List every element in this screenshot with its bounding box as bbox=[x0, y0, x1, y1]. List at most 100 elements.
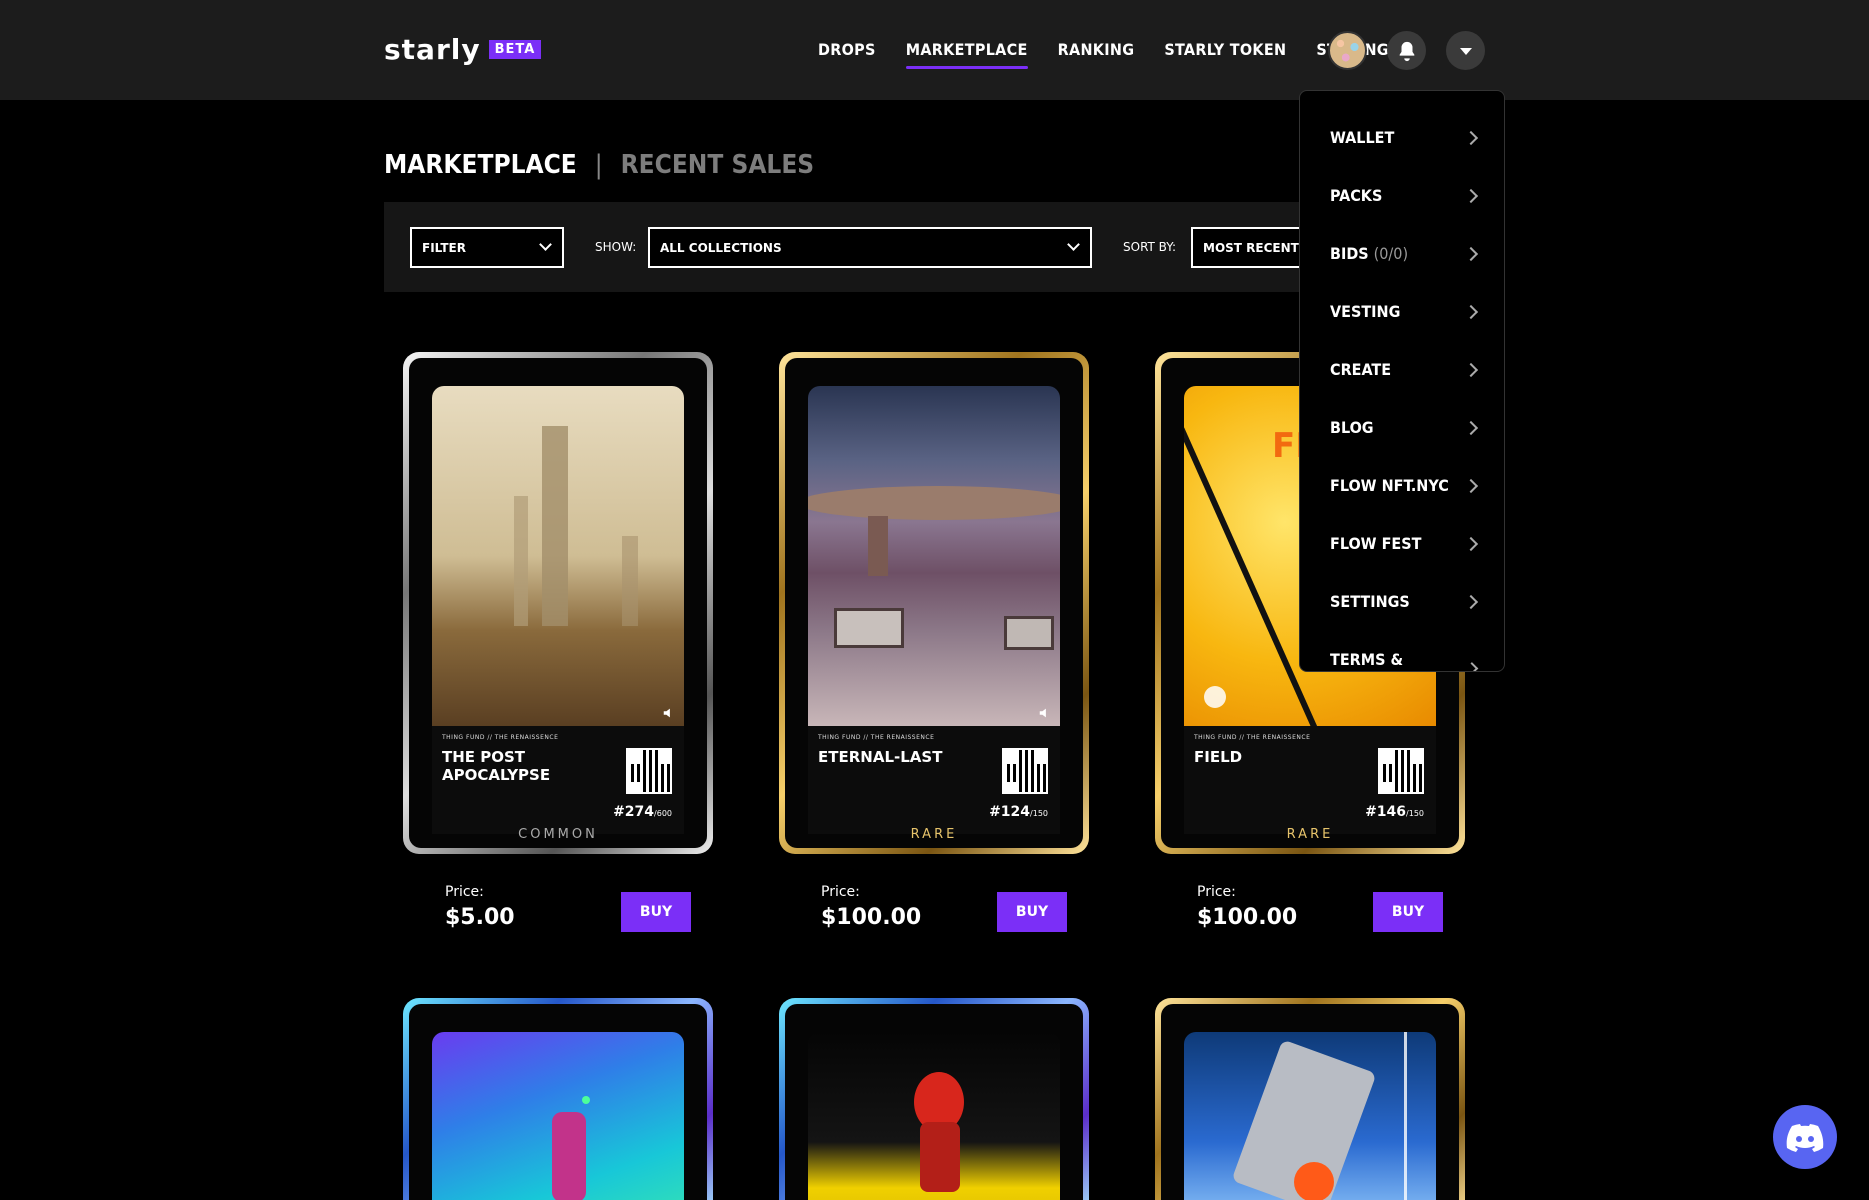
sort-label: SORT BY: bbox=[1123, 240, 1177, 254]
price-label: Price: bbox=[445, 884, 484, 900]
starly-logo[interactable]: starly BETA bbox=[384, 33, 542, 66]
price-label: Price: bbox=[1197, 884, 1236, 900]
sort-select-value: MOST RECENT bbox=[1203, 240, 1299, 255]
menu-item-label: CREATE bbox=[1330, 360, 1392, 379]
card-info: THING FUND // THE RENAISSENCE FIELD #146… bbox=[1184, 726, 1436, 834]
collection-name: THING FUND // THE RENAISSENCE bbox=[1194, 734, 1311, 741]
price-value: $100.00 bbox=[1197, 905, 1298, 930]
buy-button[interactable]: BUY bbox=[1373, 892, 1443, 932]
serial-number: #146 bbox=[1365, 804, 1407, 820]
card-frame-blue bbox=[779, 998, 1089, 1200]
chevron-down-icon bbox=[1067, 238, 1080, 251]
chevron-right-icon bbox=[1463, 478, 1479, 493]
title-separator: | bbox=[594, 150, 603, 180]
serial-number: #124 bbox=[989, 804, 1031, 820]
page-title-bar: MARKETPLACE | RECENT SALES bbox=[384, 150, 814, 180]
card-frame-gold: THING FUND // THE RENAISSENCE ETERNAL-LA… bbox=[779, 352, 1089, 854]
collection-select-value: ALL COLLECTIONS bbox=[660, 240, 782, 255]
chevron-right-icon bbox=[1463, 536, 1479, 551]
bell-icon bbox=[1399, 41, 1414, 61]
menu-item-wallet[interactable]: WALLET bbox=[1330, 128, 1480, 147]
menu-item-blog[interactable]: BLOG bbox=[1330, 418, 1480, 437]
nav-ranking[interactable]: RANKING bbox=[1058, 40, 1135, 59]
mute-icon[interactable] bbox=[662, 706, 676, 720]
chevron-right-icon bbox=[1463, 420, 1479, 435]
card-artwork[interactable] bbox=[432, 1032, 684, 1200]
user-avatar[interactable] bbox=[1328, 31, 1367, 70]
filter-select[interactable]: FILTER bbox=[410, 227, 564, 268]
menu-item-label: WALLET bbox=[1330, 128, 1395, 147]
edition-total: /600 bbox=[654, 809, 672, 818]
serial-number: #274 bbox=[613, 804, 655, 820]
chevron-right-icon bbox=[1463, 304, 1479, 319]
menu-item-flow-fest[interactable]: FLOW FEST bbox=[1330, 534, 1480, 553]
mute-icon[interactable] bbox=[1038, 706, 1052, 720]
page-title[interactable]: MARKETPLACE bbox=[384, 150, 577, 180]
edition-total: /150 bbox=[1030, 809, 1048, 818]
edition-total: /150 bbox=[1406, 809, 1424, 818]
account-menu-toggle[interactable] bbox=[1446, 31, 1485, 70]
menu-item-label: VESTING bbox=[1330, 302, 1401, 321]
card-artwork[interactable] bbox=[808, 1032, 1060, 1200]
menu-item-label: SETTINGS bbox=[1330, 592, 1410, 611]
qr-code-icon bbox=[1002, 748, 1048, 794]
bids-count: (0/0) bbox=[1373, 244, 1409, 263]
discord-chat-button[interactable] bbox=[1773, 1105, 1837, 1169]
account-dropdown-menu: WALLET PACKS BIDS (0/0) VESTING CREATE B… bbox=[1299, 90, 1505, 672]
chevron-right-icon bbox=[1463, 130, 1479, 145]
buy-button[interactable]: BUY bbox=[621, 892, 691, 932]
menu-item-bids[interactable]: BIDS (0/0) bbox=[1330, 244, 1480, 263]
logo-wordmark: starly bbox=[384, 33, 481, 66]
card-artwork[interactable] bbox=[1184, 1032, 1436, 1200]
edition-serial: #124/150 bbox=[989, 804, 1048, 820]
card-artwork[interactable] bbox=[808, 386, 1060, 726]
chevron-right-icon bbox=[1463, 188, 1479, 203]
menu-item-label: TERMS & PRIVACY bbox=[1330, 650, 1403, 671]
menu-item-settings[interactable]: SETTINGS bbox=[1330, 592, 1480, 611]
filter-select-value: FILTER bbox=[422, 240, 466, 255]
isp-logo-icon bbox=[1204, 686, 1226, 708]
nav-drops[interactable]: DROPS bbox=[818, 40, 876, 59]
notifications-button[interactable] bbox=[1387, 31, 1426, 70]
collection-name: THING FUND // THE RENAISSENCE bbox=[442, 734, 559, 741]
nav-marketplace[interactable]: MARKETPLACE bbox=[905, 40, 1028, 69]
menu-item-label: BIDS bbox=[1330, 244, 1369, 263]
menu-item-packs[interactable]: PACKS bbox=[1330, 186, 1480, 205]
menu-item-label: PACKS bbox=[1330, 186, 1383, 205]
price-value: $100.00 bbox=[821, 905, 922, 930]
menu-item-terms-privacy[interactable]: TERMS & PRIVACY bbox=[1330, 650, 1480, 671]
collection-select[interactable]: ALL COLLECTIONS bbox=[648, 227, 1092, 268]
price-value: $5.00 bbox=[445, 905, 515, 930]
card-info: THING FUND // THE RENAISSENCE THE POST A… bbox=[432, 726, 684, 834]
chevron-right-icon bbox=[1463, 362, 1479, 377]
menu-item-create[interactable]: CREATE bbox=[1330, 360, 1480, 379]
beta-badge: BETA bbox=[488, 40, 542, 59]
buy-button[interactable]: BUY bbox=[997, 892, 1067, 932]
card-frame-blue bbox=[403, 998, 713, 1200]
chevron-right-icon bbox=[1463, 246, 1479, 261]
tab-recent-sales[interactable]: RECENT SALES bbox=[621, 150, 815, 180]
chevron-down-icon bbox=[539, 238, 552, 251]
rarity-tier: COMMON bbox=[518, 827, 598, 842]
caret-down-icon bbox=[1459, 47, 1472, 55]
card-title: THE POST APOCALYPSE bbox=[442, 748, 551, 784]
price-label: Price: bbox=[821, 884, 860, 900]
main-nav: DROPS MARKETPLACE RANKING STARLY TOKEN S… bbox=[818, 40, 1389, 69]
menu-item-label: FLOW FEST bbox=[1330, 534, 1422, 553]
menu-item-vesting[interactable]: VESTING bbox=[1330, 302, 1480, 321]
qr-code-icon bbox=[626, 748, 672, 794]
card-frame-gold bbox=[1155, 998, 1465, 1200]
edition-serial: #146/150 bbox=[1365, 804, 1424, 820]
rarity-tier: RARE bbox=[910, 827, 958, 842]
collection-name: THING FUND // THE RENAISSENCE bbox=[818, 734, 935, 741]
menu-item-label: BLOG bbox=[1330, 418, 1374, 437]
nav-starly-token[interactable]: STARLY TOKEN bbox=[1164, 40, 1286, 59]
menu-item-label: FLOW NFT.NYC bbox=[1330, 476, 1449, 495]
qr-code-icon bbox=[1378, 748, 1424, 794]
card-frame-silver: THING FUND // THE RENAISSENCE THE POST A… bbox=[403, 352, 713, 854]
menu-item-flow-nft-nyc[interactable]: FLOW NFT.NYC bbox=[1330, 476, 1480, 495]
card-title: FIELD bbox=[1194, 748, 1243, 766]
card-artwork[interactable] bbox=[432, 386, 684, 726]
top-navigation-bar: starly BETA DROPS MARKETPLACE RANKING ST… bbox=[0, 0, 1869, 100]
rarity-tier: RARE bbox=[1286, 827, 1334, 842]
